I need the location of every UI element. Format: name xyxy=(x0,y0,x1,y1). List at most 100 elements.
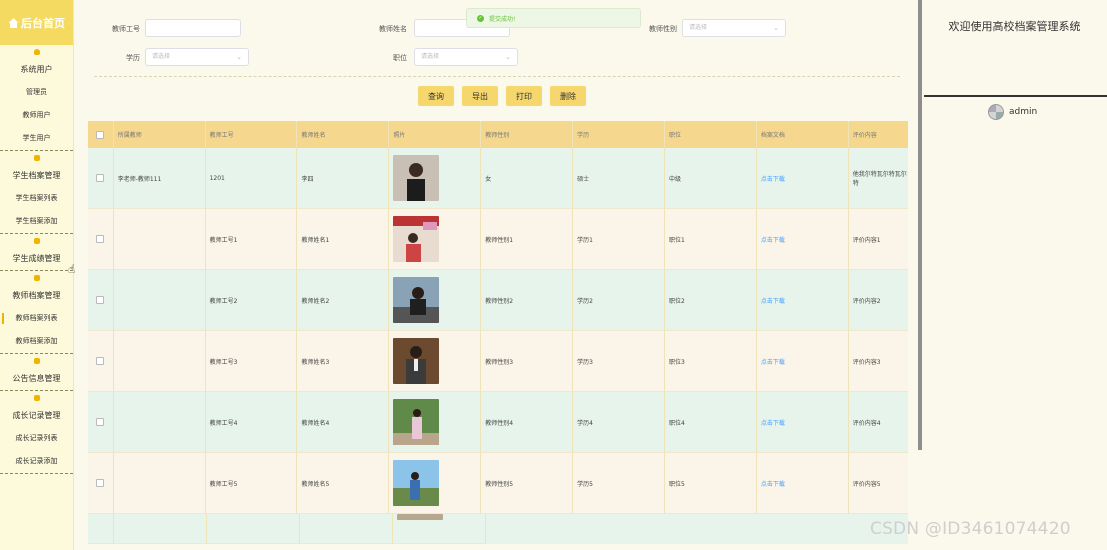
row-checkbox[interactable] xyxy=(96,357,105,365)
table-row[interactable]: 教师工号2 教师姓名2 教师性别2 学历2 职位2 点击下载 评价内容2 xyxy=(88,270,908,331)
column-header: 档案文档 xyxy=(757,121,849,148)
folder-icon xyxy=(33,395,40,401)
teacher-photo[interactable] xyxy=(393,338,440,384)
table-row[interactable]: 教师工号3 教师姓名3 教师性别3 学历3 职位3 点击下载 评价内容3 xyxy=(88,331,908,392)
home-link[interactable]: 后台首页 xyxy=(0,0,73,45)
sidebar-item-teacher-users[interactable]: 教师用户 xyxy=(0,104,73,127)
table-row[interactable]: 教师工号1 教师姓名1 教师性别1 学历1 职位1 点击下载 评价内容1 xyxy=(88,209,908,270)
teacher-name-cell: 教师姓名4 xyxy=(297,392,390,453)
delete-button[interactable]: 删除 xyxy=(550,86,586,106)
row-checkbox-cell xyxy=(88,148,114,209)
gender-cell: 教师性别2 xyxy=(481,270,574,331)
teacher-photo[interactable] xyxy=(393,155,440,201)
photo-cell xyxy=(389,270,482,331)
teacher-photo[interactable] xyxy=(393,277,440,323)
position-cell: 职位5 xyxy=(664,453,757,514)
doc-cell: 点击下载 xyxy=(756,209,849,270)
user-info[interactable]: admin xyxy=(988,104,1037,120)
gender-cell: 教师性别1 xyxy=(481,209,574,270)
sidebar-item-growth-record-add[interactable]: 成长记录添加 xyxy=(0,450,73,473)
teacher-archive-table: 所属教师 教师工号 教师姓名 照片 教师性别 学历 职位 档案文档 评价内容 李… xyxy=(88,121,908,550)
menu-group-head[interactable]: 教师档案管理 xyxy=(0,271,73,307)
sidebar-item-student-archive-add[interactable]: 学生档案添加 xyxy=(0,210,73,233)
row-checkbox[interactable] xyxy=(96,296,105,304)
photo-cell xyxy=(389,453,482,514)
folder-icon xyxy=(33,238,40,244)
education-cell: 学历3 xyxy=(573,331,665,392)
print-button[interactable]: 打印 xyxy=(506,86,542,106)
export-button[interactable]: 导出 xyxy=(462,86,498,106)
sidebar-item-growth-record-list[interactable]: 成长记录列表 xyxy=(0,427,73,450)
row-checkbox[interactable] xyxy=(96,174,105,182)
sidebar-item-admin[interactable]: 管理员 xyxy=(0,81,73,104)
table-row[interactable]: 教师工号5 教师姓名5 教师性别5 学历5 职位5 点击下载 评价内容5 xyxy=(88,453,908,514)
position-placeholder: 请选择 xyxy=(421,53,440,60)
download-link[interactable]: 点击下载 xyxy=(761,235,785,244)
row-checkbox-cell xyxy=(88,270,114,331)
download-link[interactable]: 点击下载 xyxy=(761,296,785,305)
query-button[interactable]: 查询 xyxy=(418,86,454,106)
folder-icon xyxy=(33,155,40,161)
doc-cell: 点击下载 xyxy=(756,392,849,453)
doc-cell: 点击下载 xyxy=(756,148,849,209)
teacher-photo[interactable] xyxy=(393,399,440,445)
home-icon xyxy=(8,17,19,28)
sidebar-item-teacher-archive-add[interactable]: 教师档案添加 xyxy=(0,330,73,353)
download-link[interactable]: 点击下载 xyxy=(761,418,785,427)
gender-cell: 教师性别3 xyxy=(481,331,574,392)
watermark: CSDN @ID3461074420 xyxy=(870,519,1071,539)
teacher-no-cell xyxy=(207,514,300,544)
education-cell: 学历2 xyxy=(573,270,665,331)
teacher-photo[interactable] xyxy=(397,514,443,520)
teacher-no-input[interactable] xyxy=(145,19,241,37)
position-cell: 中级 xyxy=(664,148,757,209)
gender-cell: 教师性别5 xyxy=(481,453,574,514)
owner-cell xyxy=(113,453,206,514)
menu-group-system-users: 系统用户 管理员 教师用户 学生用户 xyxy=(0,45,73,151)
row-checkbox[interactable] xyxy=(96,418,105,426)
menu-group-head[interactable]: 成长记录管理 xyxy=(0,391,73,427)
table-row[interactable]: 教师工号4 教师姓名4 教师性别4 学历4 职位4 点击下载 评价内容4 xyxy=(88,392,908,453)
position-cell: 职位3 xyxy=(664,331,757,392)
username: admin xyxy=(1009,107,1038,117)
menu-group-head[interactable]: 系统用户 xyxy=(0,45,73,81)
folder-icon xyxy=(33,275,40,281)
select-all-cell xyxy=(88,121,114,148)
chevron-down-icon: ⌄ xyxy=(505,53,511,61)
education-cell: 学历5 xyxy=(573,453,665,514)
teacher-gender-select[interactable]: 请选择 ⌄ xyxy=(682,19,786,37)
sidebar-item-student-archive-list[interactable]: 学生档案列表 xyxy=(0,187,73,210)
row-checkbox[interactable] xyxy=(96,235,105,243)
menu-group-head[interactable]: 学生成绩管理 xyxy=(0,234,73,270)
teacher-name-cell: 教师姓名2 xyxy=(297,270,390,331)
menu-group-head[interactable]: 学生档案管理 xyxy=(0,151,73,187)
table-row[interactable] xyxy=(88,514,908,544)
sidebar-item-teacher-archive-list[interactable]: 教师档案列表 xyxy=(0,307,73,330)
download-link[interactable]: 点击下载 xyxy=(761,357,785,366)
download-link[interactable]: 点击下载 xyxy=(761,479,785,488)
teacher-no-cell: 教师工号3 xyxy=(205,331,298,392)
gender-cell: 女 xyxy=(481,148,574,209)
teacher-name-cell xyxy=(300,514,393,544)
row-checkbox-cell xyxy=(88,331,114,392)
menu-group-teacher-archive: 教师档案管理 教师档案列表 教师档案添加 xyxy=(0,271,73,354)
table-row[interactable]: 李老师-教师111 1201 李四 女 硕士 中级 点击下载 他我尔特瓦尔特瓦尔… xyxy=(88,148,908,209)
row-checkbox-cell xyxy=(88,514,114,544)
download-link[interactable]: 点击下载 xyxy=(761,174,785,183)
position-select[interactable]: 请选择 ⌄ xyxy=(414,48,518,66)
doc-cell: 点击下载 xyxy=(756,453,849,514)
photo-cell xyxy=(393,514,486,544)
row-checkbox[interactable] xyxy=(96,479,105,487)
select-all-checkbox[interactable] xyxy=(96,130,105,139)
sidebar: 后台首页 系统用户 管理员 教师用户 学生用户 学生档案管理 学生档案列表 学生… xyxy=(0,0,74,550)
owner-cell xyxy=(113,270,206,331)
teacher-photo[interactable] xyxy=(393,460,440,506)
education-select[interactable]: 请选择 ⌄ xyxy=(145,48,249,66)
column-header: 照片 xyxy=(389,121,482,148)
teacher-photo[interactable] xyxy=(393,216,440,262)
teacher-name-label: 教师姓名 xyxy=(379,25,407,33)
check-circle-icon: ✓ xyxy=(477,14,484,22)
sidebar-item-student-users[interactable]: 学生用户 xyxy=(0,127,73,150)
position-cell: 职位1 xyxy=(664,209,757,270)
menu-group-head[interactable]: 公告信息管理 xyxy=(0,354,73,390)
